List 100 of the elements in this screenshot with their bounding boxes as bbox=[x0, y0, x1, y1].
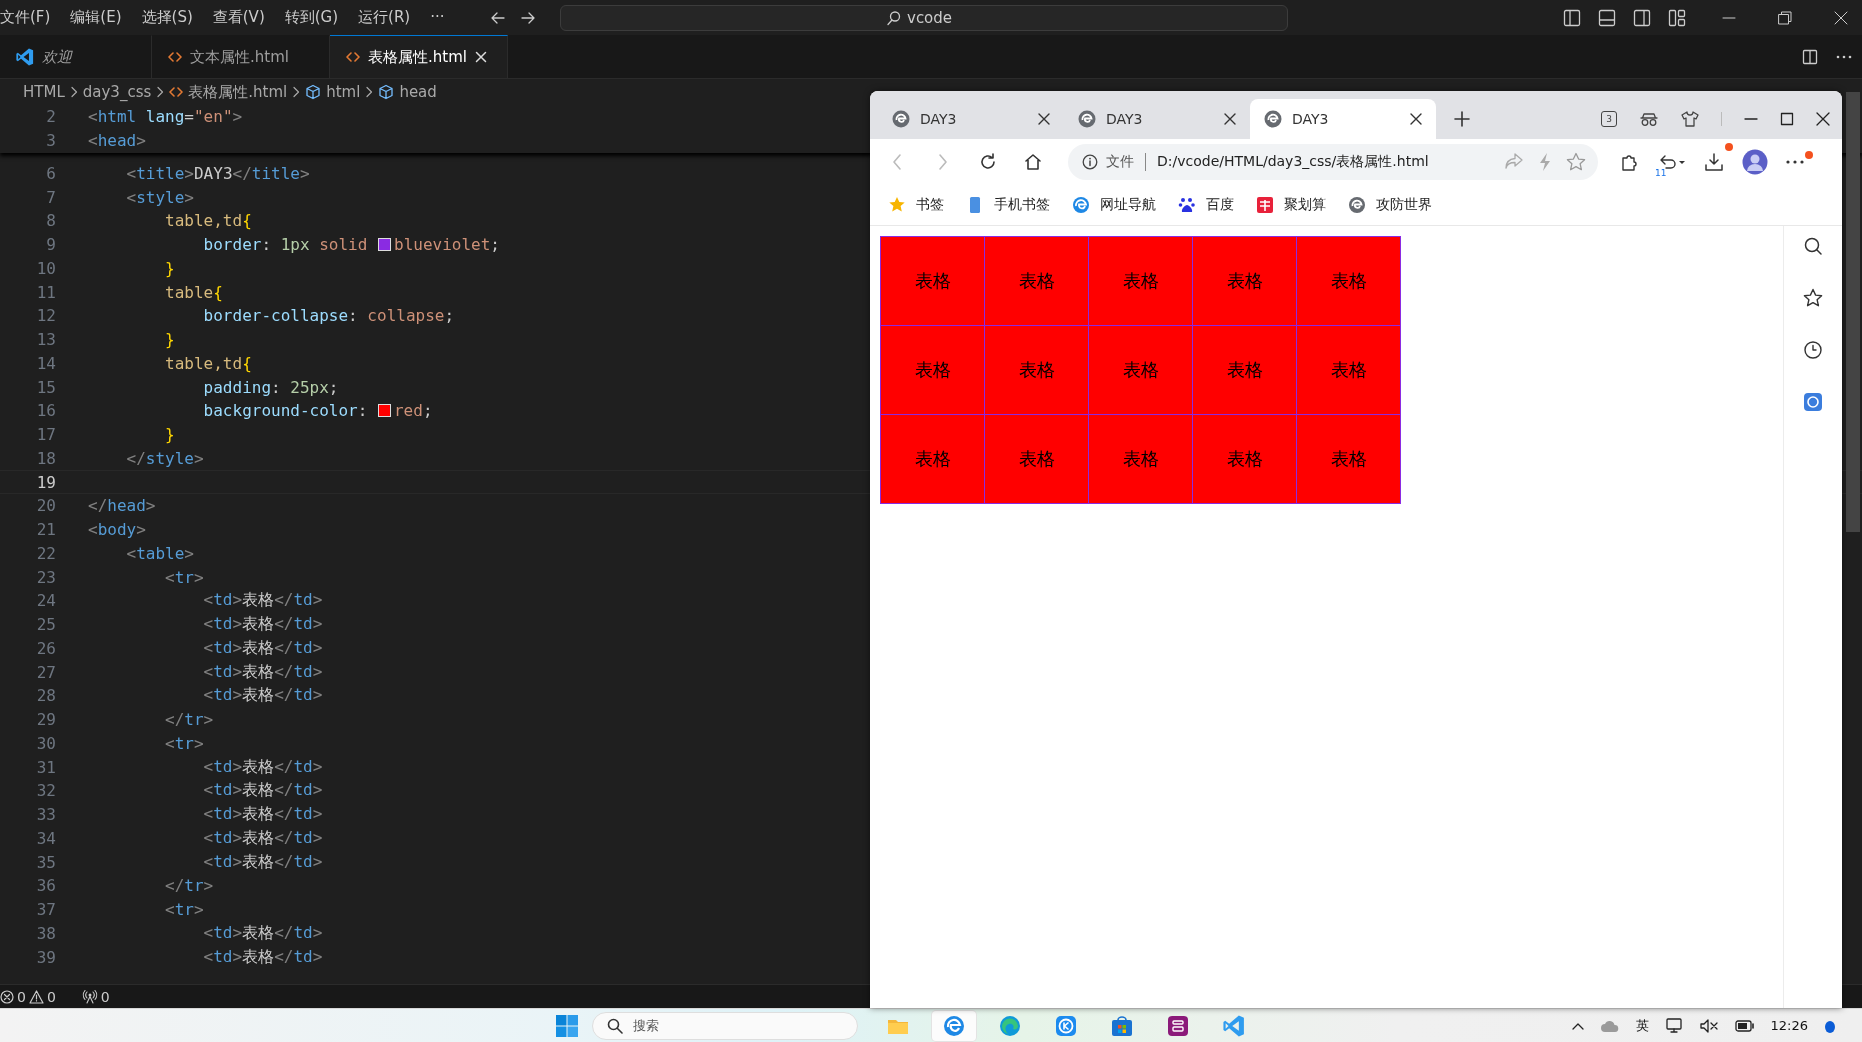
ports-count: 0 bbox=[100, 988, 110, 1005]
address-bar[interactable]: 文件 D:/vcode/HTML/day3_css/表格属性.html bbox=[1068, 144, 1598, 180]
star-outline-icon[interactable] bbox=[1803, 288, 1823, 308]
code-line: </style> bbox=[125, 448, 204, 468]
more-icon[interactable] bbox=[1836, 54, 1852, 59]
reload-icon[interactable] bbox=[978, 152, 998, 172]
scrollbar[interactable] bbox=[1846, 92, 1860, 532]
tab-label: 表格属性.html bbox=[368, 47, 467, 67]
home-icon[interactable] bbox=[1023, 152, 1043, 172]
star-icon bbox=[888, 196, 906, 214]
close-icon[interactable] bbox=[1224, 113, 1236, 125]
vscode-logo-icon bbox=[16, 48, 34, 66]
chevron-right-icon bbox=[69, 86, 78, 98]
line-number: 29 bbox=[35, 710, 56, 730]
table-cell: 表格 bbox=[1088, 236, 1193, 326]
code-line: border-collapse: collapse; bbox=[202, 306, 455, 326]
line-number: 39 bbox=[35, 947, 56, 967]
vscode-logo-icon bbox=[1223, 1014, 1245, 1037]
line-number: 33 bbox=[35, 805, 56, 825]
avatar-icon[interactable] bbox=[1742, 149, 1768, 175]
line-number: 9 bbox=[45, 235, 56, 255]
bookmark-link[interactable]: 攻防世界 bbox=[1376, 196, 1432, 214]
code-line: table,td{ bbox=[164, 211, 252, 231]
browser-tab[interactable]: DAY3 bbox=[1250, 99, 1436, 139]
code-line: <td>表格</td> bbox=[202, 804, 323, 826]
menu-item[interactable]: 转到(G) bbox=[274, 8, 349, 27]
browser-tab[interactable]: DAY3 bbox=[1064, 99, 1250, 139]
bookmark-link[interactable]: 书签 bbox=[916, 196, 944, 214]
info-icon[interactable] bbox=[1082, 154, 1098, 170]
menu-item[interactable]: 文件(F) bbox=[0, 8, 61, 27]
close-icon[interactable] bbox=[1816, 112, 1830, 126]
shirt-icon[interactable] bbox=[1681, 111, 1699, 127]
restore-icon[interactable] bbox=[1778, 10, 1792, 25]
browser-icon bbox=[943, 1014, 965, 1037]
panel-layout-icon[interactable] bbox=[1598, 8, 1616, 27]
line-number: 28 bbox=[35, 686, 56, 706]
code-line: table{ bbox=[164, 282, 223, 302]
editor-tab[interactable]: 欢迎 bbox=[0, 35, 152, 78]
download-icon[interactable] bbox=[1704, 152, 1724, 172]
bookmark-link[interactable]: 手机书签 bbox=[994, 196, 1050, 214]
taskbar-search-field[interactable]: 搜索 bbox=[592, 1011, 858, 1040]
menu-item[interactable]: 选择(S) bbox=[131, 8, 203, 27]
table-cell: 表格 bbox=[1296, 236, 1401, 326]
incognito-glasses-icon[interactable] bbox=[1639, 111, 1659, 127]
line-number: 18 bbox=[35, 448, 56, 468]
code-line: <body> bbox=[88, 520, 146, 540]
code-line: </head> bbox=[88, 496, 156, 516]
breadcrumb-item[interactable]: head bbox=[399, 83, 437, 101]
menu-item[interactable]: 编辑(E) bbox=[60, 8, 132, 27]
close-icon[interactable] bbox=[1038, 113, 1050, 125]
code-line: <td>表格</td> bbox=[202, 946, 323, 968]
code-line: <td>表格</td> bbox=[202, 637, 323, 659]
split-editor-icon[interactable] bbox=[1802, 48, 1818, 65]
star-outline-icon[interactable] bbox=[1566, 152, 1586, 172]
table-cell: 表格 bbox=[880, 325, 985, 415]
line-number: 26 bbox=[35, 638, 56, 658]
speaker-muted-icon[interactable] bbox=[1698, 1017, 1719, 1034]
search-icon[interactable] bbox=[1803, 236, 1823, 256]
clock-icon[interactable] bbox=[1803, 340, 1823, 360]
breadcrumb-item[interactable]: day3_css bbox=[82, 83, 152, 101]
input-method-indicator[interactable]: 英 bbox=[1635, 1016, 1649, 1035]
breadcrumb-item[interactable]: 表格属性.html bbox=[188, 82, 288, 102]
maximize-icon[interactable] bbox=[1780, 112, 1794, 126]
chevron-up-icon[interactable] bbox=[1571, 1021, 1584, 1030]
editor-tab[interactable]: 表格属性.html bbox=[330, 35, 508, 78]
bookmark-link[interactable]: 聚划算 bbox=[1284, 196, 1326, 214]
bookmark-link[interactable]: 网址导航 bbox=[1100, 196, 1156, 214]
search-placeholder: 搜索 bbox=[633, 1016, 659, 1035]
tab-count-button[interactable]: 3 bbox=[1601, 111, 1617, 127]
sidebar-layout-icon[interactable] bbox=[1563, 8, 1581, 27]
code-line: <td>表格</td> bbox=[202, 685, 323, 707]
secondary-sidebar-icon[interactable] bbox=[1633, 8, 1651, 27]
bookmark-link[interactable]: 百度 bbox=[1206, 196, 1234, 214]
list-app-icon bbox=[1167, 1014, 1189, 1037]
menu-item[interactable]: 查看(V) bbox=[202, 8, 275, 27]
menu-item[interactable]: ··· bbox=[420, 8, 455, 27]
close-icon[interactable] bbox=[1410, 113, 1422, 125]
menu-item[interactable]: 运行(R) bbox=[348, 8, 421, 27]
code-line: } bbox=[164, 258, 175, 278]
code-line: <html lang="en"> bbox=[88, 107, 243, 127]
more-icon[interactable] bbox=[1786, 160, 1804, 164]
layout-grid-icon[interactable] bbox=[1668, 8, 1686, 27]
taskbar-app-button[interactable] bbox=[932, 1010, 976, 1041]
command-center-field[interactable]: vcode bbox=[560, 4, 1288, 31]
clock-time[interactable]: 12:26 bbox=[1770, 1018, 1808, 1033]
browser-tab[interactable]: DAY3 bbox=[878, 99, 1064, 139]
navigation-icon bbox=[1072, 196, 1090, 214]
site-favicon bbox=[1078, 110, 1096, 128]
code-line: <td>表格</td> bbox=[202, 590, 323, 612]
line-number: 17 bbox=[35, 425, 56, 445]
plus-icon[interactable] bbox=[1454, 111, 1470, 127]
network-icon[interactable] bbox=[1664, 1017, 1683, 1034]
scheme-label: 文件 bbox=[1106, 153, 1134, 171]
extensions-icon[interactable] bbox=[1620, 152, 1640, 172]
breadcrumb-item[interactable]: HTML bbox=[23, 83, 65, 101]
windows-start-icon[interactable] bbox=[556, 1014, 578, 1037]
tab-title: DAY3 bbox=[920, 111, 958, 127]
battery-icon[interactable] bbox=[1734, 1019, 1755, 1032]
line-number: 14 bbox=[35, 353, 56, 373]
breadcrumb-item[interactable]: html bbox=[326, 83, 361, 101]
